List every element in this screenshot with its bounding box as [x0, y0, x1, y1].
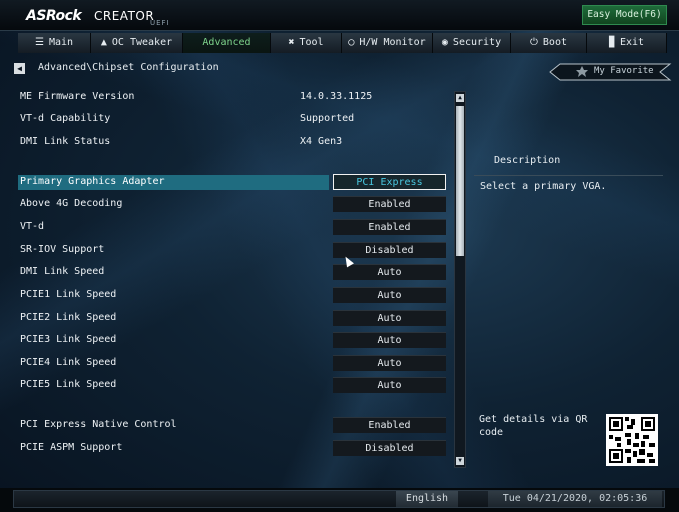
description-title: Description	[494, 155, 561, 166]
pcie1-dropdown[interactable]: Auto	[333, 287, 446, 303]
tab-advanced[interactable]: Advanced	[183, 33, 271, 53]
info-label: DMI Link Status	[20, 136, 111, 147]
my-favorite-button[interactable]: My Favorite	[548, 61, 672, 83]
setting-label-pcie3[interactable]: PCIE3 Link Speed	[20, 334, 116, 345]
primary-graphics-dropdown[interactable]: PCI Express	[333, 174, 446, 190]
exit-icon: ▉	[608, 37, 615, 48]
tab-label: Advanced	[202, 37, 251, 48]
dmi-link-speed-dropdown[interactable]: Auto	[333, 264, 446, 280]
pcie5-dropdown[interactable]: Auto	[333, 377, 446, 393]
setting-label-above-4g[interactable]: Above 4G Decoding	[20, 198, 122, 209]
setting-label-pcie2[interactable]: PCIE2 Link Speed	[20, 312, 116, 323]
pcie3-dropdown[interactable]: Auto	[333, 332, 446, 348]
scroll-thumb[interactable]	[456, 106, 464, 256]
tab-boot[interactable]: ⏻ Boot	[511, 33, 587, 53]
setting-label-pcie4[interactable]: PCIE4 Link Speed	[20, 357, 116, 368]
top-bar: ASRock CREATOR UEFI Easy Mode(F6)	[0, 0, 679, 31]
vt-d-dropdown[interactable]: Enabled	[333, 219, 446, 235]
rocket-icon: ▲	[100, 37, 107, 48]
tab-exit[interactable]: ▉ Exit	[587, 33, 667, 53]
setting-label-pcie5[interactable]: PCIE5 Link Speed	[20, 379, 116, 390]
settings-scrollbar[interactable]: ▲ ▼	[454, 91, 466, 468]
description-text: Select a primary VGA.	[480, 181, 607, 192]
shield-icon: ◉	[441, 37, 448, 48]
tab-label: Boot	[542, 37, 567, 48]
info-value: Supported	[300, 113, 355, 124]
brand-logo: ASRock	[26, 8, 82, 24]
scroll-up-icon[interactable]: ▲	[456, 94, 464, 102]
model-name: CREATOR	[94, 9, 155, 23]
info-value: 14.0.33.1125	[300, 91, 373, 102]
qr-caption: Get details via QR code	[479, 414, 588, 438]
language-selector[interactable]: English	[396, 491, 458, 507]
tab-oc-tweaker[interactable]: ▲ OC Tweaker	[91, 33, 183, 53]
tab-label: H/W Monitor	[359, 37, 426, 48]
info-label: ME Firmware Version	[20, 91, 135, 102]
scroll-down-icon[interactable]: ▼	[456, 457, 464, 465]
info-label: VT-d Capability	[20, 113, 111, 124]
above-4g-dropdown[interactable]: Enabled	[333, 196, 446, 212]
setting-label-pcie1[interactable]: PCIE1 Link Speed	[20, 289, 116, 300]
setting-label-sr-iov[interactable]: SR-IOV Support	[20, 244, 104, 255]
main-nav: ☰ Main ▲ OC Tweaker Advanced ✖ Tool ◯ H/…	[18, 33, 667, 53]
setting-label-dmi-link-speed[interactable]: DMI Link Speed	[20, 266, 104, 277]
easy-mode-button[interactable]: Easy Mode(F6)	[582, 5, 667, 25]
pcie2-dropdown[interactable]: Auto	[333, 310, 446, 326]
setting-label-primary-graphics[interactable]: Primary Graphics Adapter	[20, 176, 165, 187]
date-time-display: Tue 04/21/2020, 02:05:36	[488, 491, 662, 507]
tab-main[interactable]: ☰ Main	[18, 33, 91, 53]
tab-label: OC Tweaker	[111, 37, 173, 48]
pcie-aspm-dropdown[interactable]: Disabled	[333, 440, 446, 456]
tab-hw-monitor[interactable]: ◯ H/W Monitor	[342, 33, 433, 53]
qr-code-icon	[606, 414, 658, 466]
tab-tool[interactable]: ✖ Tool	[271, 33, 342, 53]
power-icon: ⏻	[529, 37, 538, 48]
favorite-label: My Favorite	[594, 66, 654, 76]
tools-icon: ✖	[288, 37, 295, 48]
firmware-label: UEFI	[150, 19, 170, 27]
back-arrow-icon[interactable]: ◀	[14, 63, 25, 74]
tab-label: Main	[48, 37, 74, 48]
monitor-icon: ◯	[348, 37, 355, 48]
pcie4-dropdown[interactable]: Auto	[333, 355, 446, 371]
tab-label: Exit	[619, 37, 645, 48]
setting-label-vt-d[interactable]: VT-d	[20, 221, 44, 232]
setting-label-pci-native-control[interactable]: PCI Express Native Control	[20, 419, 177, 430]
breadcrumb: Advanced\Chipset Configuration	[38, 62, 219, 73]
tab-label: Tool	[299, 37, 324, 48]
info-value: X4 Gen3	[300, 136, 343, 147]
setting-label-pcie-aspm[interactable]: PCIE ASPM Support	[20, 442, 122, 453]
description-divider	[474, 175, 663, 176]
list-icon: ☰	[34, 37, 44, 48]
tab-security[interactable]: ◉ Security	[433, 33, 511, 53]
tab-label: Security	[452, 37, 502, 48]
pci-native-control-dropdown[interactable]: Enabled	[333, 417, 446, 433]
